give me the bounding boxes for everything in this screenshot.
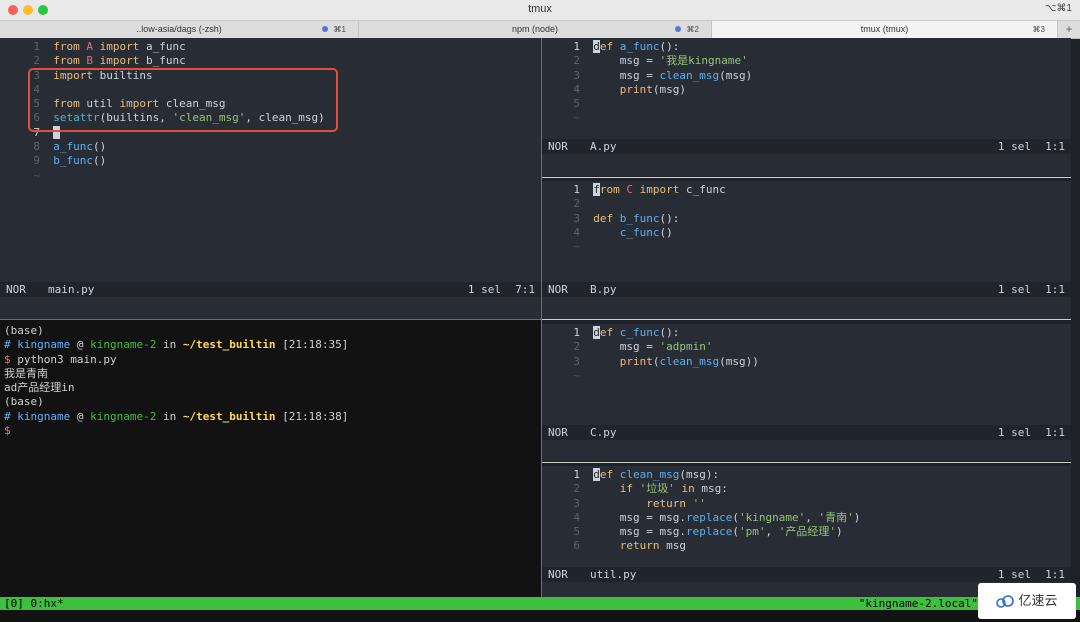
watermark-text: 亿速云 — [1018, 593, 1058, 608]
mode-indicator: NOR — [6, 283, 26, 296]
terminal-line: (base) — [4, 324, 44, 337]
watermark: 亿速云 — [978, 583, 1076, 619]
new-tab-button[interactable]: + — [1058, 21, 1080, 38]
editor-pane-a[interactable]: 1 def a_func(): 2 msg = '我是kingname' 3 m… — [542, 38, 1071, 176]
file-name: B.py — [590, 283, 617, 296]
file-name: util.py — [590, 568, 637, 581]
tab-label: tmux (tmux) — [860, 24, 909, 34]
editor-pane-c[interactable]: 1 def c_func(): 2 msg = 'adpmin' 3 print… — [542, 324, 1071, 461]
highlight-box — [28, 68, 338, 132]
terminal-line: (base) — [4, 395, 44, 409]
terminal-pane[interactable]: (base) # kingname @ kingname-2 in ~/test… — [0, 320, 541, 597]
status-line-main: NOR main.py 1 sel 7:1 — [0, 282, 541, 297]
editor-pane-b[interactable]: 1 from C import c_func 2 3 def b_func():… — [542, 181, 1071, 319]
tab-shortcut: ⌘3 — [1032, 25, 1045, 34]
terminal-prompt: # kingname @ kingname-2 in ~/test_builti… — [4, 338, 349, 352]
tab-npm[interactable]: npm (node) ⌘2 — [359, 21, 712, 38]
mode-indicator: NOR — [548, 283, 568, 296]
tab-shortcut: ⌘1 — [333, 25, 346, 34]
selection-count: 1 sel — [997, 283, 1031, 296]
activity-dot-icon — [322, 26, 328, 32]
code-area[interactable]: 1 def clean_msg(msg): 2 if '垃圾' in msg: … — [542, 468, 860, 554]
selection-count: 1 sel — [997, 140, 1031, 153]
code-area[interactable]: 1 def a_func(): 2 msg = '我是kingname' 3 m… — [542, 40, 752, 126]
code-area[interactable]: 1 from C import c_func 2 3 def b_func():… — [542, 183, 726, 254]
tab-label: ..low-asia/dags (-zsh) — [136, 24, 222, 34]
terminal-output: 我是青南 — [4, 366, 48, 380]
cursor-position: 7:1 — [515, 283, 535, 296]
code-area[interactable]: 1 def c_func(): 2 msg = 'adpmin' 3 print… — [542, 326, 759, 383]
tab-tmux[interactable]: tmux (tmux) ⌘3 — [712, 21, 1058, 38]
mode-indicator: NOR — [548, 568, 568, 581]
activity-dot-icon — [675, 26, 681, 32]
tab-label: npm (node) — [511, 24, 559, 34]
status-line-a: NOR A.py 1 sel 1:1 — [542, 139, 1071, 154]
cursor-position: 1:1 — [1045, 426, 1065, 439]
window-shortcut: ⌥⌘1 — [1044, 3, 1072, 14]
mode-indicator: NOR — [548, 140, 568, 153]
pane-divider[interactable] — [542, 462, 1071, 463]
bottom-strip — [0, 610, 1080, 622]
tmux-hostname: "kingname-2.local" — [858, 597, 978, 610]
selection-count: 1 sel — [997, 426, 1031, 439]
pane-divider[interactable] — [542, 319, 1071, 320]
window-title: tmux — [528, 3, 552, 15]
terminal-prompt: # kingname @ kingname-2 in ~/test_builti… — [4, 409, 349, 423]
cursor-position: 1:1 — [1045, 140, 1065, 153]
tab-shortcut: ⌘2 — [686, 25, 699, 34]
tmux-status-bar: [0] 0:hx* "kingname-2.local" — [0, 597, 1080, 610]
terminal-command: $ python3 main.py — [4, 352, 117, 366]
tab-bar: ..low-asia/dags (-zsh) ⌘1 npm (node) ⌘2 … — [0, 21, 1080, 39]
file-name: main.py — [48, 283, 95, 296]
tmux-window-list[interactable]: [0] 0:hx* — [4, 597, 64, 610]
tab-zsh[interactable]: ..low-asia/dags (-zsh) ⌘1 — [0, 21, 359, 38]
pane-divider[interactable] — [542, 177, 1071, 178]
cursor-position: 1:1 — [1045, 568, 1065, 581]
editor-pane-util[interactable]: 1 def clean_msg(msg): 2 if '垃圾' in msg: … — [542, 466, 1071, 597]
selection-count: 1 sel — [997, 568, 1031, 581]
status-line-util: NOR util.py 1 sel 1:1 — [542, 567, 1071, 582]
mode-indicator: NOR — [548, 426, 568, 439]
status-line-b: NOR B.py 1 sel 1:1 — [542, 282, 1071, 297]
terminal-output: ad产品经理in — [4, 381, 75, 395]
terminal-input-line[interactable]: $ — [0, 424, 541, 438]
file-name: C.py — [590, 426, 617, 439]
status-line-c: NOR C.py 1 sel 1:1 — [542, 425, 1071, 440]
window-titlebar: tmux ⌥⌘1 — [0, 0, 1080, 21]
cursor-position: 1:1 — [1045, 283, 1065, 296]
file-name: A.py — [590, 140, 617, 153]
selection-count: 1 sel — [467, 283, 501, 296]
cloud-logo-icon — [996, 594, 1015, 608]
